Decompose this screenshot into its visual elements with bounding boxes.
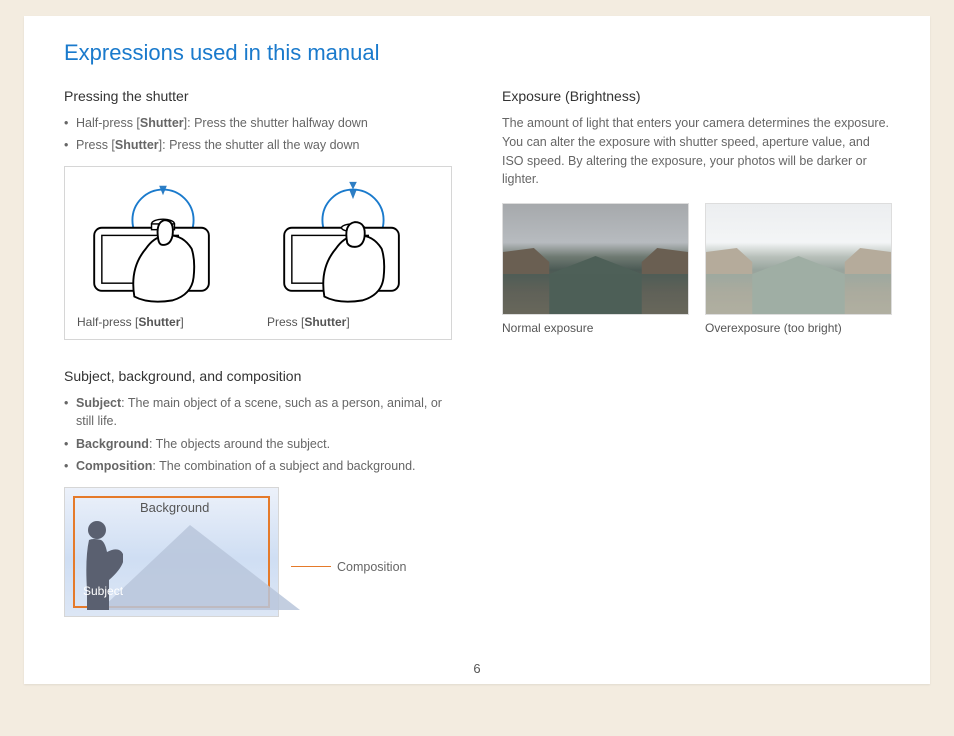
section-heading-shutter: Pressing the shutter <box>64 88 452 104</box>
full-press-cell: Press [Shutter] <box>267 179 439 329</box>
left-column: Pressing the shutter Half-press [Shutter… <box>64 88 452 617</box>
manual-page: Expressions used in this manual Pressing… <box>24 16 930 684</box>
normal-exposure-cell: Normal exposure <box>502 203 687 335</box>
composition-bullets: Subject: The main object of a scene, suc… <box>64 394 452 475</box>
columns: Pressing the shutter Half-press [Shutter… <box>64 88 890 617</box>
composition-leader: Composition <box>293 530 406 574</box>
half-press-caption: Half-press [Shutter] <box>77 315 249 329</box>
half-press-cell: Half-press [Shutter] <box>77 179 249 329</box>
exposure-paragraph: The amount of light that enters your cam… <box>502 114 890 189</box>
full-press-illustration <box>267 179 439 309</box>
bullet-composition: Composition: The combination of a subjec… <box>64 457 452 475</box>
bullet-full-press: Press [Shutter]: Press the shutter all t… <box>64 136 452 154</box>
composition-label: Composition <box>337 560 406 574</box>
mountain-shape <box>100 525 300 610</box>
shutter-bullets: Half-press [Shutter]: Press the shutter … <box>64 114 452 154</box>
bullet-background: Background: The objects around the subje… <box>64 435 452 453</box>
overexposure-caption: Overexposure (too bright) <box>705 321 890 335</box>
half-press-illustration <box>77 179 249 309</box>
section-heading-exposure: Exposure (Brightness) <box>502 88 890 104</box>
composition-diagram: Background Subject <box>64 487 279 617</box>
section-heading-composition: Subject, background, and composition <box>64 368 452 384</box>
full-press-caption: Press [Shutter] <box>267 315 439 329</box>
normal-exposure-photo <box>502 203 689 315</box>
subject-label: Subject <box>83 584 123 598</box>
composition-diagram-row: Background Subject Composition <box>64 487 452 617</box>
exposure-photos: Normal exposure Overexposure (too bright… <box>502 203 890 335</box>
overexposure-photo <box>705 203 892 315</box>
page-title: Expressions used in this manual <box>64 40 890 66</box>
shutter-illustration-box: Half-press [Shutter] <box>64 166 452 340</box>
right-column: Exposure (Brightness) The amount of ligh… <box>502 88 890 617</box>
normal-exposure-caption: Normal exposure <box>502 321 687 335</box>
bullet-half-press: Half-press [Shutter]: Press the shutter … <box>64 114 452 132</box>
overexposure-cell: Overexposure (too bright) <box>705 203 890 335</box>
page-number: 6 <box>24 661 930 676</box>
bullet-subject: Subject: The main object of a scene, suc… <box>64 394 452 430</box>
background-label: Background <box>140 500 209 515</box>
